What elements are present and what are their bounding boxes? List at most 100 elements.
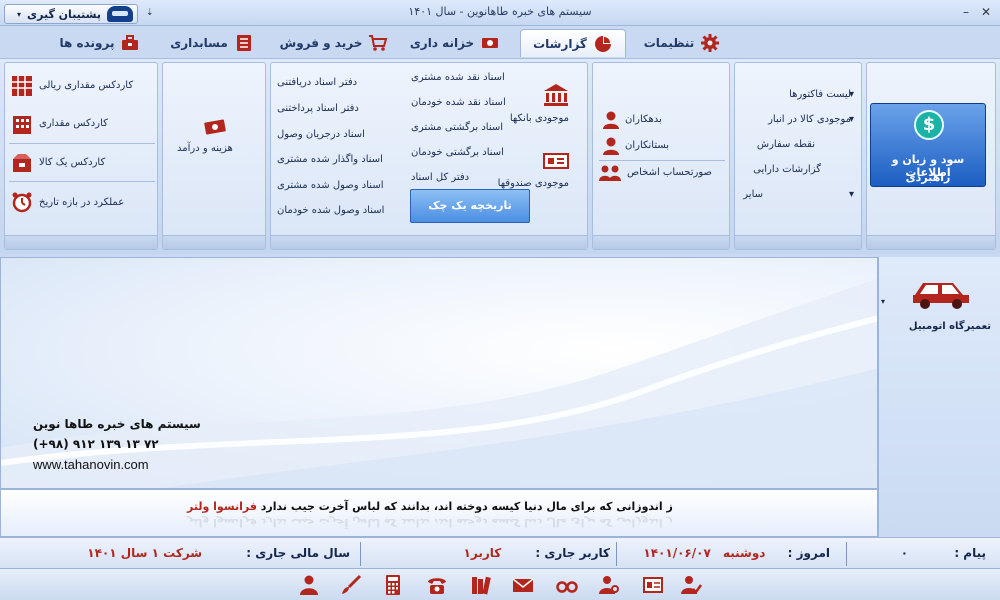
main-panel: سیستم های خبره طاها نوین (+۹۸) ۹۱۲ ۱۳۹ ۱… — [0, 257, 878, 489]
today-label: امروز : — [787, 546, 830, 560]
title-bar: پشتیبان گیری ▾ ⇣ سیستم های خبره طاهانوین… — [0, 0, 1000, 26]
quote-body: ز اندوزانی که برای مال دنیا کیسه دوخته ا… — [260, 500, 673, 513]
menu-cash-balances[interactable]: موجودی صندوقها — [498, 178, 569, 189]
menu-returned-customer-cheques[interactable]: اسناد برگشتی مشتری — [411, 122, 503, 133]
menu-stock-inventory[interactable]: موجودی کالا در انبار — [768, 114, 851, 125]
menu-cardex-quantity[interactable]: کاردکس مقداری — [39, 118, 108, 129]
chevron-down-icon[interactable]: ▾ — [849, 114, 854, 125]
tab-settings[interactable]: تنظیمات — [636, 29, 728, 57]
chevron-down-icon[interactable]: ▾ — [17, 10, 21, 19]
divider — [599, 160, 725, 161]
group-footer — [271, 235, 587, 249]
chevron-down-icon[interactable]: ▾ — [881, 297, 885, 306]
user-label: کاربر جاری : — [535, 546, 610, 560]
backup-button[interactable]: پشتیبان گیری ▾ — [4, 4, 138, 24]
ribbon: $ سود و زیان و اطلاعات راهبردی لیست فاکت… — [0, 58, 1000, 254]
status-bar: پیام : ۰ امروز : دوشنبه ۱۴۰۱/۰۶/۰۷ کاربر… — [0, 537, 1000, 569]
quote-author: فرانسوا ولتر — [187, 500, 257, 513]
brush-icon[interactable] — [340, 574, 362, 596]
profit-loss-label-line2: راهبردی — [905, 171, 951, 184]
menu-asset-reports[interactable]: گزارشات دارایی — [753, 164, 821, 175]
mail-icon[interactable] — [512, 574, 534, 596]
menu-expense-income[interactable]: هزینه و درآمد — [177, 143, 233, 154]
grid-calendar-icon — [12, 76, 32, 96]
menu-person-statement[interactable]: صورتحساب اشخاص — [627, 167, 712, 178]
menu-collected-customer-notes[interactable]: اسناد وصول شده مشتری — [277, 180, 383, 191]
menu-cardex-item[interactable]: کاردکس یک کالا — [39, 157, 105, 168]
tab-sales[interactable]: خرید و فروش — [278, 29, 390, 57]
car-helmet-icon — [107, 6, 133, 22]
menu-reorder-point[interactable]: نقطه سفارش — [757, 139, 815, 150]
gear-icon — [701, 34, 720, 52]
group-footer — [593, 235, 729, 249]
tab-treasury[interactable]: خزانه داری — [405, 29, 505, 57]
tab-accounting[interactable]: مسابداری — [162, 29, 262, 57]
tab-files[interactable]: پرونده ها — [50, 29, 150, 57]
company-website[interactable]: www.tahanovin.com — [33, 457, 149, 472]
current-user-field: کاربر جاری : کاربر۱ — [464, 546, 610, 560]
company-phone: (+۹۸) ۹۱۲ ۱۳۹ ۱۳ ۷۲ — [33, 437, 159, 451]
group-persons: بدهکاران بستانکاران صورتحساب اشخاص — [592, 62, 730, 250]
group-footer — [5, 235, 157, 249]
package-icon — [13, 154, 31, 172]
group-reports-list: لیست فاکتورها ▾ موجودی کالا در انبار ▾ ن… — [734, 62, 862, 250]
quote-text: ز اندوزانی که برای مال دنیا کیسه دوخته ا… — [187, 500, 673, 513]
user-check-icon[interactable] — [680, 574, 702, 596]
divider — [9, 143, 155, 144]
menu-returned-own-cheques[interactable]: اسناد برگشتی خودمان — [411, 147, 504, 158]
menu-assigned-customer-notes[interactable]: اسناد واگذار شده مشتری — [277, 154, 383, 165]
chevron-down-icon[interactable]: ▾ — [849, 189, 854, 200]
telephone-icon[interactable] — [426, 574, 448, 596]
menu-other[interactable]: سایر — [743, 189, 763, 200]
glasses-icon[interactable] — [556, 574, 578, 596]
company-name: سیستم های خبره طاها نوین — [33, 417, 201, 431]
fiscal-year-label: سال مالی جاری : — [246, 546, 350, 560]
quote-reflection: ز اندوزانی که برای مال دنیا کیسه دوخته ا… — [187, 516, 673, 529]
divider — [846, 542, 847, 566]
chevron-down-icon[interactable]: ▾ — [849, 89, 854, 100]
cheque-history-button[interactable]: تاریخچه یک چک — [410, 189, 530, 223]
quote-reflection-author: فرانسوا ولتر — [187, 516, 257, 529]
calculator-icon[interactable] — [382, 574, 404, 596]
today-day: دوشنبه — [722, 546, 766, 560]
dollar-coin-icon: $ — [914, 110, 944, 140]
menu-payable-notes[interactable]: دفتر اسناد پرداختنی — [277, 103, 359, 114]
car-icon[interactable] — [909, 277, 973, 309]
close-button[interactable]: ✕ — [978, 3, 994, 21]
menu-cheques-ledger[interactable]: دفتر کل اسناد — [411, 172, 469, 183]
menu-collected-own-notes[interactable]: اسناد وصول شده خودمان — [277, 205, 384, 216]
tab-label: خزانه داری — [409, 36, 475, 50]
menu-debtors[interactable]: بدهکاران — [625, 114, 662, 125]
tab-reports[interactable]: گزارشات — [520, 29, 626, 57]
divider — [360, 542, 361, 566]
menu-cashed-customer-cheques[interactable]: اسناد نقد شده مشتری — [411, 72, 505, 83]
menu-collecting-notes[interactable]: اسناد درجریان وصول — [277, 129, 365, 140]
people-group-icon — [599, 165, 621, 181]
divider — [616, 542, 617, 566]
group-footer — [867, 235, 995, 249]
user-icon[interactable] — [298, 574, 320, 596]
group-inventory-cardex: کاردکس مقداری ریالی کاردکس مقداری کاردکس… — [4, 62, 158, 250]
menu-date-range-performance[interactable]: عملکرد در بازه تاریخ — [39, 197, 124, 208]
menu-cashed-own-cheques[interactable]: اسناد نقد شده خودمان — [411, 97, 506, 108]
user-key-icon[interactable] — [598, 574, 620, 596]
menu-bank-balances[interactable]: موجودی بانکها — [510, 113, 569, 124]
group-expense: هزینه و درآمد — [162, 62, 266, 250]
group-footer — [163, 235, 265, 249]
menu-cardex-value[interactable]: کاردکس مقداری ریالی — [39, 80, 133, 91]
books-icon[interactable] — [470, 574, 492, 596]
divider — [9, 181, 155, 182]
fiscal-year-value: شرکت ۱ سال ۱۴۰۱ — [87, 546, 203, 560]
message-field[interactable]: پیام : ۰ — [901, 546, 986, 560]
id-card-icon[interactable] — [642, 574, 664, 596]
ribbon-tabs: تنظیمات گزارشات خزانه داری خرید و فروش م… — [0, 26, 1000, 58]
money-icon — [204, 119, 226, 135]
side-panel: ▾ تعمیرگاه اتومبیل — [878, 257, 1000, 537]
customize-toolbar-icon[interactable]: ⇣ — [146, 8, 158, 22]
menu-creditors[interactable]: بستانکاران — [625, 140, 669, 151]
menu-invoice-list[interactable]: لیست فاکتورها — [789, 89, 851, 100]
profit-loss-button[interactable]: $ سود و زیان و اطلاعات راهبردی — [870, 103, 986, 187]
menu-receivable-notes[interactable]: دفتر اسناد دریافتنی — [277, 77, 357, 88]
minimize-button[interactable]: – — [958, 3, 974, 21]
ledger-icon — [236, 35, 251, 51]
